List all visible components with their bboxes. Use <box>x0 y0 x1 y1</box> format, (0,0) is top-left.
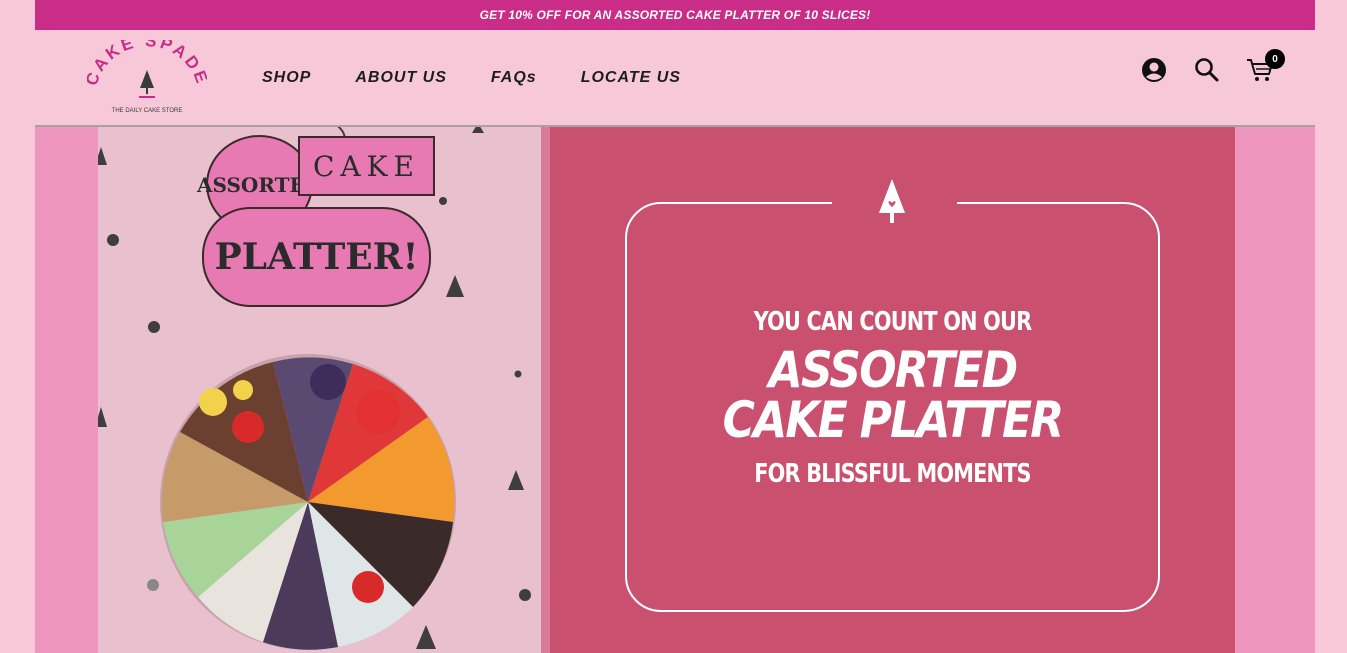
nav-shop[interactable]: SHOP <box>262 69 311 87</box>
divider-strip <box>541 127 550 653</box>
user-icon <box>1142 58 1166 82</box>
nav-locate-us[interactable]: LOCATE US <box>581 69 681 87</box>
photo-decor <box>98 127 531 650</box>
photo-tag-cake-text: CAKE <box>312 149 420 183</box>
promo-bar: GET 10% OFF FOR AN ASSORTED CAKE PLATTER… <box>35 0 1315 30</box>
logo-tagline: THE DAILY CAKE STORE <box>112 108 183 114</box>
main-nav: SHOP ABOUT US FAQs LOCATE US <box>262 30 725 125</box>
nav-about-us[interactable]: ABOUT US <box>355 69 447 87</box>
promo-line-blissful: FOR BLISSFUL MOMENTS <box>754 459 1031 489</box>
promo-line-count-on: YOU CAN COUNT ON OUR <box>753 307 1033 337</box>
nav-faqs[interactable]: FAQs <box>491 69 537 87</box>
site-header: CAKE SPADE THE DAILY CAKE STORE SHOP ABO… <box>35 30 1315 127</box>
photo-tag-platter-text: PLATTER! <box>214 236 419 278</box>
hero-banner[interactable]: ASSORTED CAKE PLATTER! YOU CAN COUNT ON … <box>35 127 1315 653</box>
search-button[interactable] <box>1192 55 1222 85</box>
promo-bar-text: GET 10% OFF FOR AN ASSORTED CAKE PLATTER… <box>479 8 871 22</box>
photo-tag-cake: CAKE <box>298 136 435 196</box>
logo[interactable]: CAKE SPADE THE DAILY CAKE STORE <box>82 31 210 118</box>
cake-platter-photo: ASSORTED CAKE PLATTER! <box>98 127 541 653</box>
promo-line-cake-platter: CAKE PLATTER <box>722 391 1065 449</box>
spade-icon <box>879 179 905 223</box>
promo-headline: YOU CAN COUNT ON OUR ASSORTED CAKE PLATT… <box>625 307 1160 489</box>
search-icon <box>1195 58 1219 82</box>
logo-graphic: CAKE SPADE THE DAILY CAKE STORE <box>82 31 210 114</box>
promo-panel: YOU CAN COUNT ON OUR ASSORTED CAKE PLATT… <box>550 127 1235 653</box>
site: GET 10% OFF FOR AN ASSORTED CAKE PLATTER… <box>35 0 1315 653</box>
promo-line-assorted: ASSORTED <box>768 341 1018 399</box>
header-actions: 0 <box>1116 49 1285 85</box>
cart-count-badge: 0 <box>1265 49 1285 69</box>
photo-tag-platter: PLATTER! <box>202 207 431 307</box>
cart-button[interactable]: 0 <box>1245 49 1285 85</box>
account-button[interactable] <box>1139 55 1169 85</box>
